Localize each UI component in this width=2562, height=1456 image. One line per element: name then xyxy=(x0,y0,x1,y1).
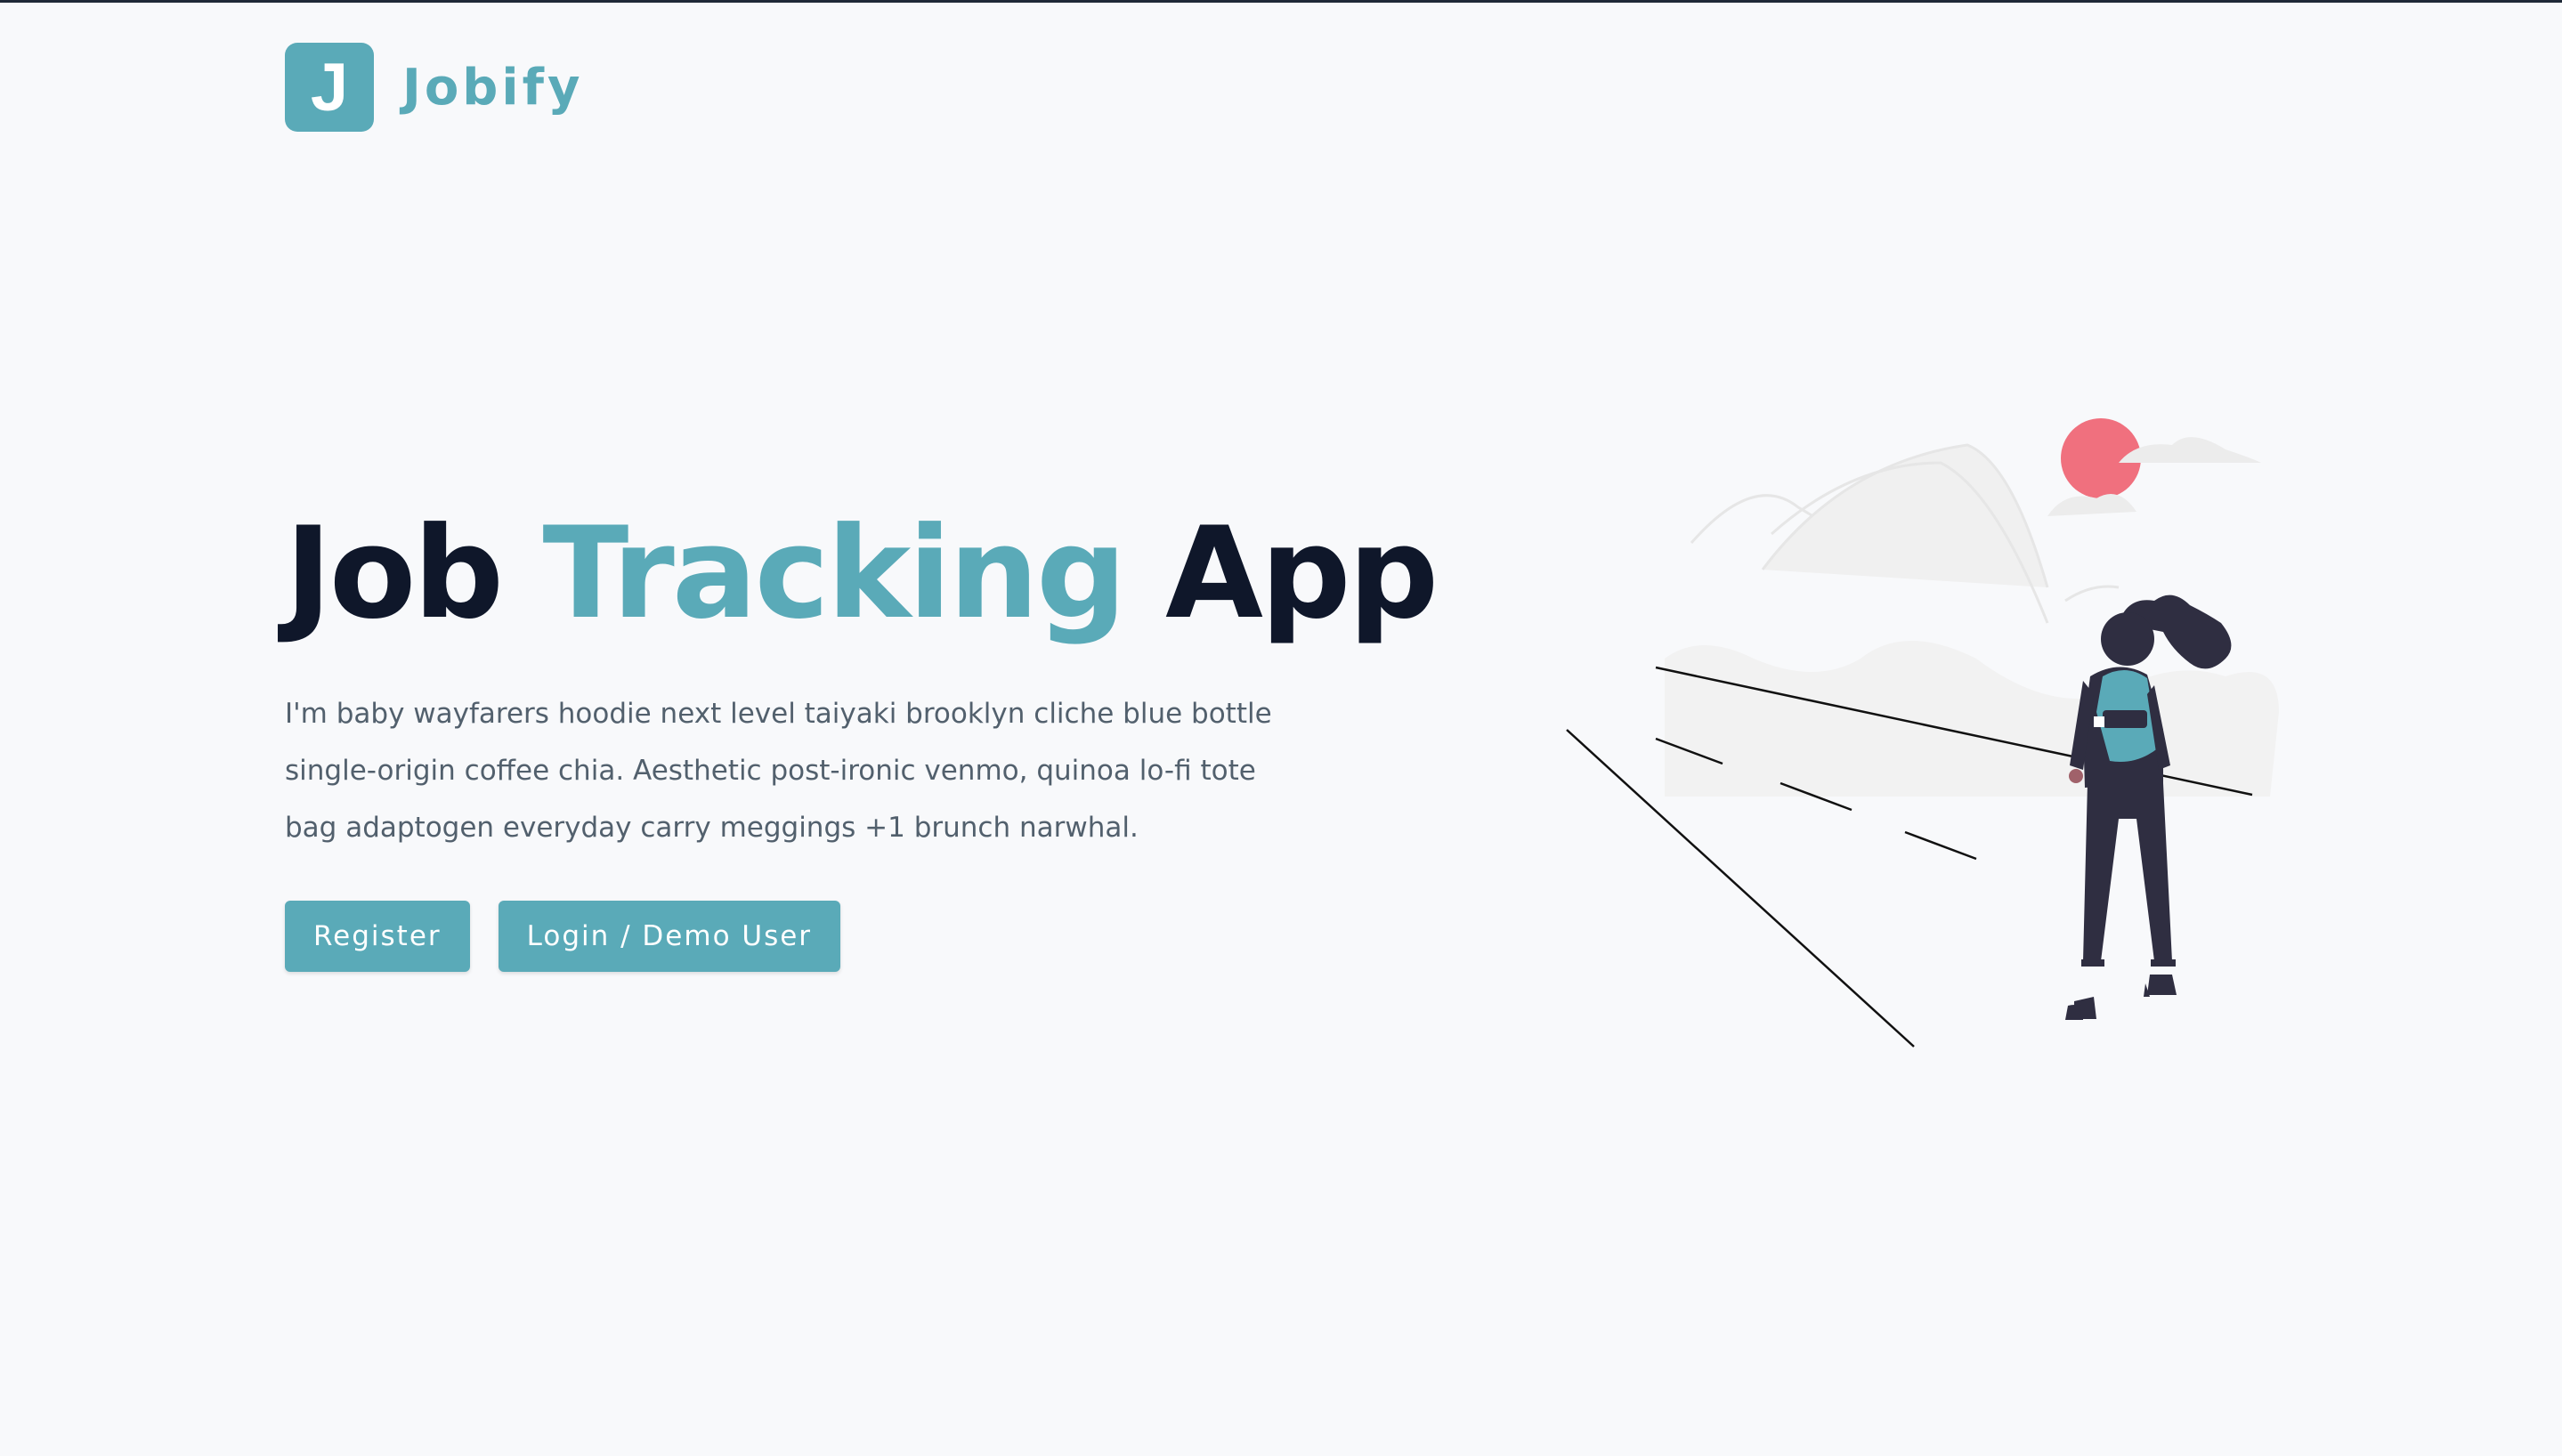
navbar: J Jobify xyxy=(285,43,583,132)
register-button[interactable]: Register xyxy=(285,901,470,972)
hero-section: Job Tracking App I'm baby wayfarers hood… xyxy=(285,498,1439,972)
logo-icon[interactable]: J xyxy=(285,43,374,132)
login-demo-button[interactable]: Login / Demo User xyxy=(498,901,841,972)
brand-name[interactable]: Jobify xyxy=(402,59,583,117)
hero-illustration xyxy=(1549,409,2306,1059)
hero-buttons: Register Login / Demo User xyxy=(285,901,1335,972)
title-part-app: App xyxy=(1165,500,1439,647)
woman-with-backpack-illustration xyxy=(1566,418,2279,1048)
title-part-tracking: Tracking xyxy=(542,500,1126,647)
top-border xyxy=(0,0,2562,3)
page-title: Job Tracking App xyxy=(285,498,1439,650)
title-part-job: Job xyxy=(285,500,504,647)
hero-description: I'm baby wayfarers hoodie next level tai… xyxy=(285,698,1272,844)
